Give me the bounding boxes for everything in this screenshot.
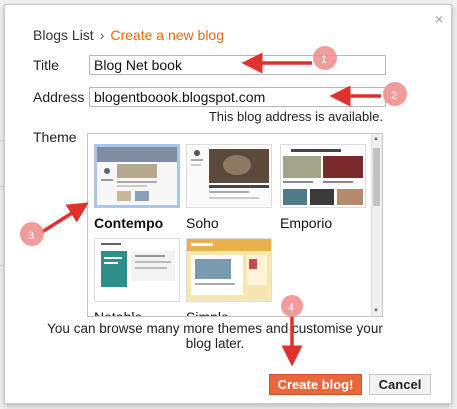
cancel-button[interactable]: Cancel — [369, 374, 431, 395]
theme-name: Emporio — [280, 215, 333, 231]
theme-simple-thumbnail — [186, 238, 272, 302]
theme-name: Notable — [94, 309, 143, 317]
theme-name: Contempo — [94, 215, 164, 231]
create-blog-dialog: × Blogs List › Create a new blog Title Blo… — [4, 4, 452, 404]
theme-name: Soho — [186, 215, 219, 231]
scroll-down-icon[interactable]: ▼ — [373, 308, 379, 314]
theme-label: Theme — [33, 129, 77, 145]
theme-soho-thumbnail — [186, 144, 272, 208]
theme-contempo-thumbnail — [94, 144, 180, 208]
theme-scrollbar[interactable]: ▲ ▼ — [371, 134, 382, 316]
breadcrumb: Blogs List › Create a new blog — [33, 27, 224, 43]
close-icon[interactable]: × — [435, 11, 443, 27]
browse-themes-note: You can browse many more themes and cust… — [47, 321, 383, 351]
title-input[interactable]: Blog Net book — [89, 55, 386, 75]
availability-note: This blog address is available. — [208, 109, 383, 124]
theme-emporio-thumbnail — [280, 144, 366, 208]
create-blog-button[interactable]: Create blog! — [269, 374, 362, 395]
theme-notable-thumbnail — [94, 238, 180, 302]
address-input[interactable]: blogentboook.blogspot.com — [89, 87, 386, 107]
breadcrumb-blogs-list[interactable]: Blogs List — [33, 27, 94, 43]
breadcrumb-separator: › — [99, 27, 105, 43]
breadcrumb-current: Create a new blog — [110, 27, 225, 43]
scroll-up-icon[interactable]: ▲ — [373, 136, 379, 142]
theme-picker: Contempo Soho Emporio Notable Simple ▲ ▼ — [87, 133, 383, 317]
title-label: Title — [33, 57, 59, 73]
address-label: Address — [33, 89, 85, 105]
scroll-thumb[interactable] — [373, 148, 380, 206]
theme-name: Simple — [186, 309, 229, 317]
